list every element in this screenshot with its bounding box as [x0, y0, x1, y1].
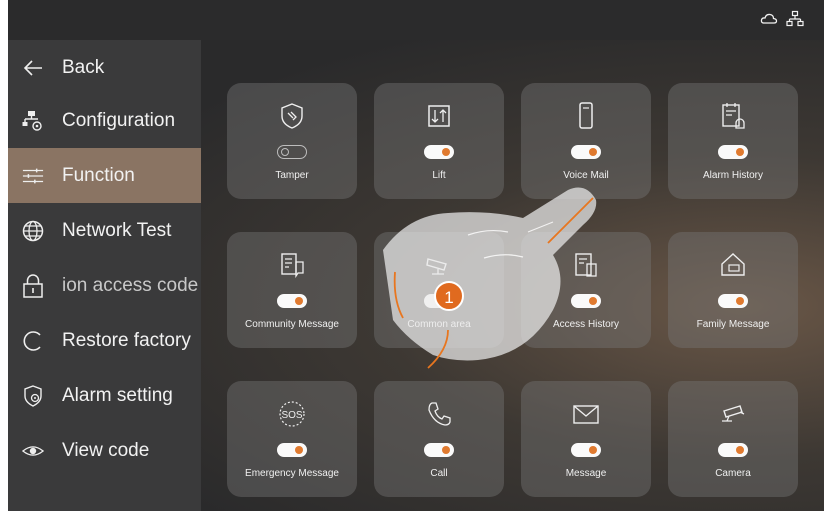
access-history-toggle[interactable]	[571, 294, 601, 308]
emergency-message-toggle[interactable]	[277, 443, 307, 457]
tile-label: Access History	[552, 319, 620, 330]
family-message-toggle[interactable]	[718, 294, 748, 308]
call-toggle[interactable]	[424, 443, 454, 457]
house-message-icon	[721, 253, 745, 276]
tile-camera[interactable]: Camera	[668, 381, 798, 497]
tile-family-message[interactable]: Family Message	[668, 232, 798, 348]
status-bar	[8, 0, 824, 40]
tile-tamper[interactable]: Tamper	[227, 83, 357, 199]
sidebar-item-access-code[interactable]: ion access code	[8, 258, 201, 313]
tile-call[interactable]: Call	[374, 381, 504, 497]
device-screen: Back Configuration Function Network Test	[8, 0, 824, 511]
network-icon	[786, 10, 804, 27]
tile-community-message[interactable]: Community Message	[227, 232, 357, 348]
tile-label: Family Message	[696, 319, 770, 330]
configuration-icon	[22, 110, 44, 132]
lock-icon	[22, 273, 44, 298]
alarm-history-icon	[722, 103, 745, 129]
restore-icon	[22, 330, 44, 352]
shield-gear-icon	[22, 384, 44, 407]
tile-label: Voice Mail	[563, 170, 609, 181]
sidebar: Back Configuration Function Network Test	[8, 40, 201, 511]
tile-voice-mail[interactable]: Voice Mail	[521, 83, 651, 199]
tamper-shield-icon	[281, 103, 303, 129]
sos-icon: SOS	[279, 401, 305, 427]
sidebar-item-label: Function	[62, 164, 135, 186]
sidebar-item-label: Network Test	[62, 219, 172, 241]
tile-emergency-message[interactable]: SOS Emergency Message	[227, 381, 357, 497]
sidebar-item-label: Alarm setting	[62, 384, 173, 406]
sliders-icon	[22, 165, 44, 187]
cloud-icon	[760, 13, 778, 24]
camera-icon	[722, 405, 745, 422]
back-arrow-icon	[22, 57, 44, 79]
tile-label: Emergency Message	[245, 468, 339, 479]
sidebar-item-label: Back	[62, 56, 105, 78]
camera-toggle[interactable]	[718, 443, 748, 457]
eye-icon	[22, 440, 44, 462]
sidebar-item-configuration[interactable]: Configuration	[8, 93, 201, 148]
message-toggle[interactable]	[571, 443, 601, 457]
tile-message[interactable]: Message	[521, 381, 651, 497]
sidebar-item-label: Restore factory	[62, 329, 191, 351]
svg-text:SOS: SOS	[281, 410, 302, 421]
tile-label: Call	[430, 468, 448, 479]
access-history-icon	[575, 253, 597, 277]
tile-label: Message	[565, 468, 607, 479]
phone-icon	[428, 402, 451, 426]
alarm-history-toggle[interactable]	[718, 145, 748, 159]
tile-access-history[interactable]: Access History	[521, 232, 651, 348]
community-message-icon	[281, 253, 304, 279]
tile-label: Community Message	[245, 319, 339, 330]
tile-alarm-history[interactable]: Alarm History	[668, 83, 798, 199]
tile-label: Common area	[407, 319, 471, 330]
sidebar-item-back[interactable]: Back	[8, 40, 201, 95]
sidebar-item-label: ion access code	[62, 274, 199, 296]
tile-label: Camera	[715, 468, 751, 479]
tamper-toggle[interactable]	[277, 145, 307, 159]
step-number-badge: 1	[434, 281, 464, 311]
globe-icon	[22, 220, 44, 242]
voice-mail-phone-icon	[579, 102, 593, 129]
tile-label: Alarm History	[702, 170, 763, 181]
voice-mail-toggle[interactable]	[571, 145, 601, 159]
lift-toggle[interactable]	[424, 145, 454, 159]
sidebar-item-view-code[interactable]: View code	[8, 423, 201, 478]
cctv-icon	[426, 258, 447, 275]
sidebar-item-function[interactable]: Function	[8, 148, 201, 203]
sidebar-item-label: View code	[62, 439, 150, 461]
sidebar-item-alarm-setting[interactable]: Alarm setting	[8, 368, 201, 423]
sidebar-item-restore-factory[interactable]: Restore factory	[8, 313, 201, 368]
community-message-toggle[interactable]	[277, 294, 307, 308]
sidebar-item-network-test[interactable]: Network Test	[8, 203, 201, 258]
lift-icon	[428, 105, 450, 127]
tile-lift[interactable]: Lift	[374, 83, 504, 199]
envelope-icon	[573, 405, 599, 424]
tile-label: Tamper	[275, 170, 309, 181]
tile-label: Lift	[432, 170, 446, 181]
sidebar-item-label: Configuration	[62, 109, 176, 131]
